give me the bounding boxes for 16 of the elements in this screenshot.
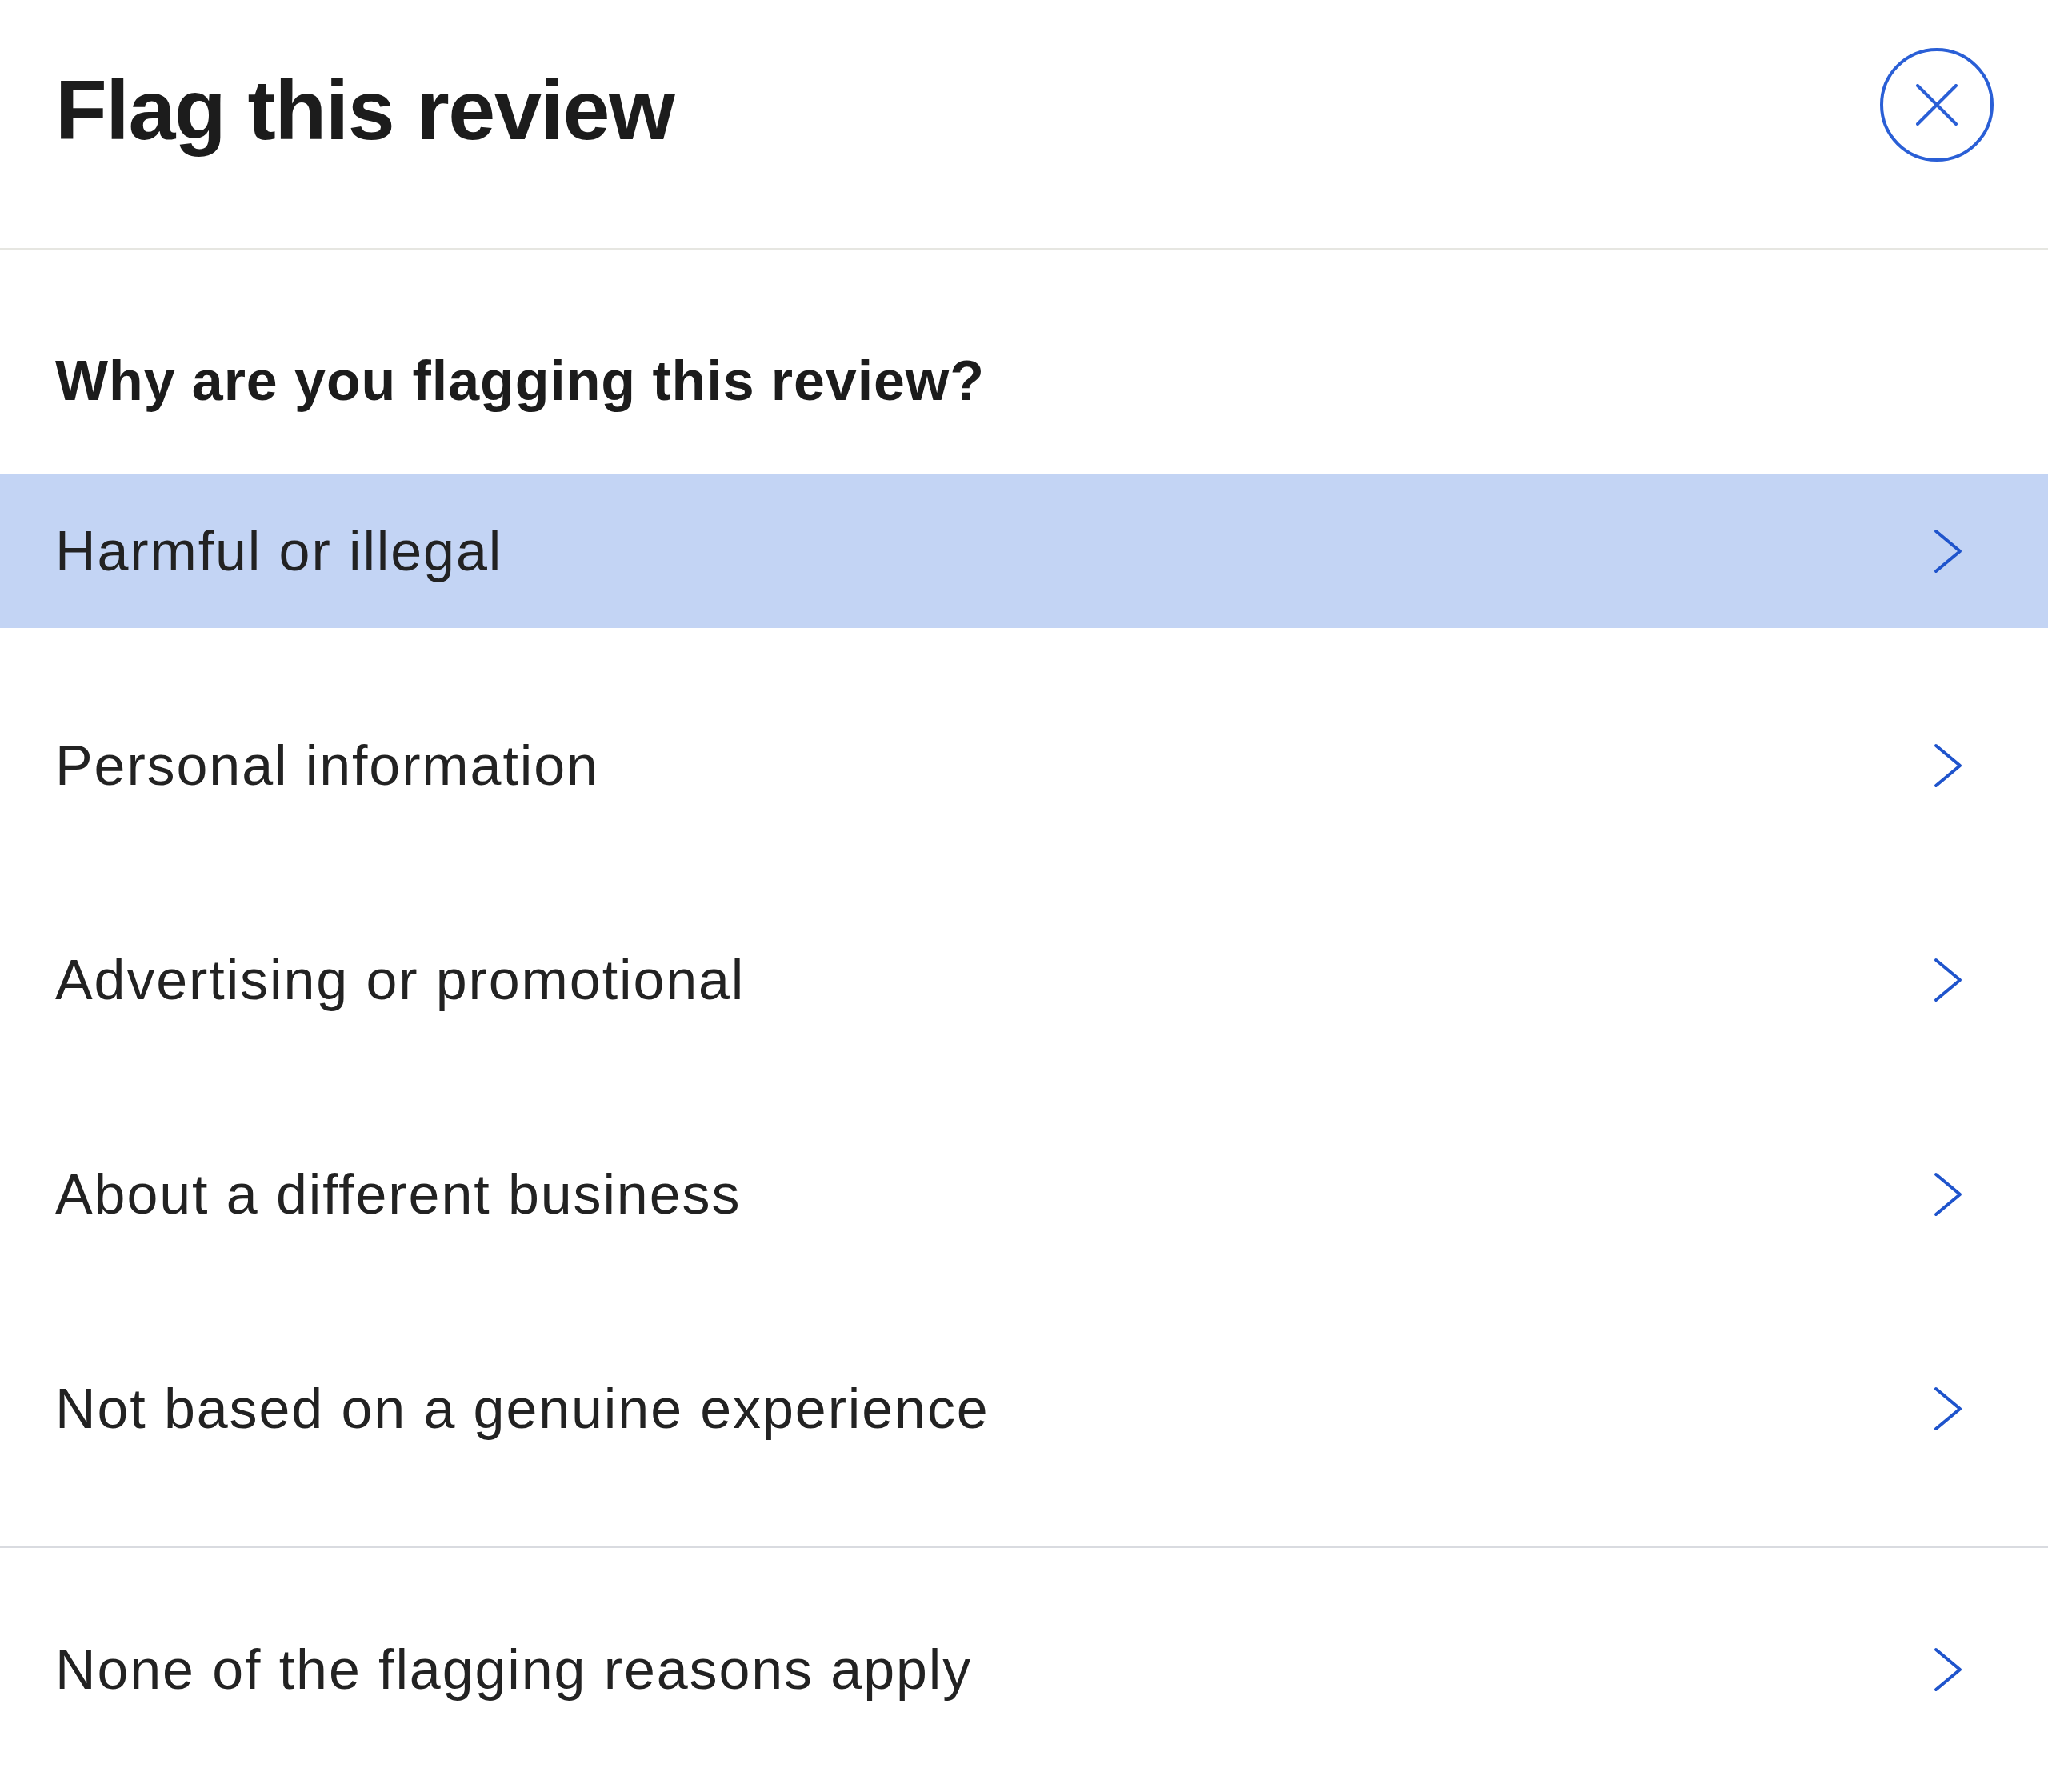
dialog-title: Flag this review — [55, 62, 674, 158]
chevron-right-icon — [1934, 1386, 1962, 1431]
close-icon — [1916, 84, 1958, 126]
reason-label: Not based on a genuine experience — [55, 1376, 990, 1442]
reason-label: Harmful or illegal — [55, 518, 503, 584]
reason-option[interactable]: Harmful or illegal — [0, 474, 2048, 628]
chevron-right-icon — [1934, 957, 1962, 1002]
question-heading: Why are you flagging this review? — [55, 349, 985, 414]
chevron-right-icon — [1934, 1171, 1962, 1217]
chevron-right-icon — [1934, 742, 1962, 788]
reason-label: None of the flagging reasons apply — [55, 1637, 973, 1702]
reason-label: About a different business — [55, 1162, 742, 1227]
chevron-right-icon — [1934, 1646, 1962, 1692]
reason-label: Advertising or promotional — [55, 947, 746, 1013]
reason-label: Personal information — [55, 733, 599, 798]
chevron-right-icon — [1934, 528, 1962, 574]
